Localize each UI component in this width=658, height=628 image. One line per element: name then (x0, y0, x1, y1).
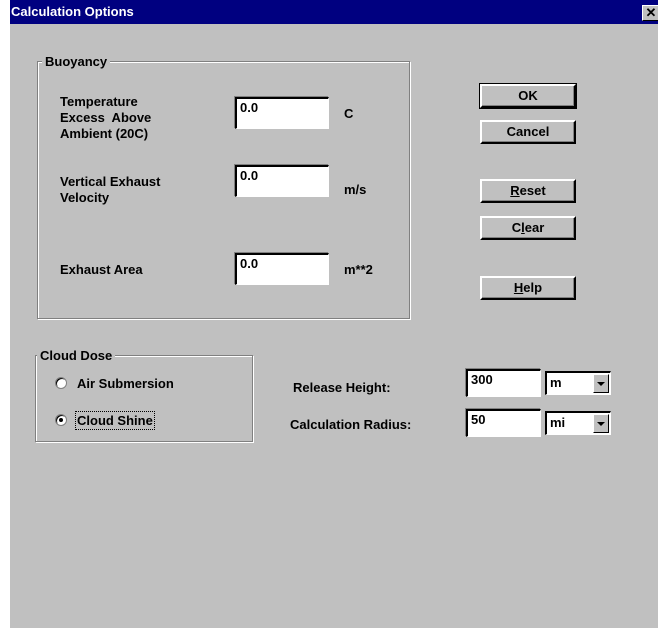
help-mnemonic: H (513, 280, 524, 295)
calculation-radius-unit-select[interactable]: mi (545, 411, 611, 435)
exhaust-area-unit: m**2 (344, 262, 373, 277)
buoyancy-legend: Buoyancy (42, 54, 111, 69)
calculation-radius-input[interactable]: 50 (466, 409, 541, 437)
temperature-label-line1: Temperature (60, 94, 138, 109)
cloud-shine-label[interactable]: Cloud Shine (75, 411, 155, 430)
temperature-excess-input[interactable]: 0.0 (235, 97, 329, 129)
air-submersion-radio[interactable] (55, 377, 67, 389)
help-button[interactable]: Help (480, 276, 576, 300)
clear-mnemonic: l (521, 220, 525, 235)
velocity-label-line1: Vertical Exhaust (60, 174, 161, 189)
release-height-label: Release Height: (293, 380, 391, 395)
release-height-unit-select[interactable]: m (545, 371, 611, 395)
exhaust-area-label: Exhaust Area (60, 262, 143, 277)
reset-mnemonic: R (510, 183, 520, 198)
temperature-unit: C (344, 106, 354, 121)
cloud-shine-radio[interactable] (55, 414, 67, 426)
window-title: Calculation Options (11, 4, 134, 19)
release-height-unit-value: m (550, 375, 562, 390)
ok-button[interactable]: OK (479, 83, 577, 109)
velocity-label-line2: Velocity (60, 190, 110, 205)
cloud-dose-legend: Cloud Dose (37, 348, 116, 363)
reset-button[interactable]: Reset (480, 179, 576, 203)
temperature-label-line2: Excess Above (60, 110, 152, 125)
vertical-exhaust-velocity-input[interactable]: 0.0 (235, 165, 329, 197)
radio-selected-dot (59, 418, 63, 422)
cloud-dose-group: Cloud Dose (35, 348, 253, 442)
chevron-down-icon[interactable] (593, 414, 609, 433)
close-icon[interactable]: ✕ (642, 5, 658, 21)
chevron-down-icon[interactable] (593, 374, 609, 393)
calculation-radius-unit-value: mi (550, 415, 566, 430)
velocity-unit: m/s (344, 182, 367, 197)
temperature-label-line3: Ambient (20C) (60, 126, 149, 141)
air-submersion-label[interactable]: Air Submersion (77, 376, 174, 391)
exhaust-area-input[interactable]: 0.0 (235, 253, 329, 285)
calculation-radius-label: Calculation Radius: (290, 417, 412, 432)
release-height-input[interactable]: 300 (466, 369, 541, 397)
calculation-options-dialog: Calculation Options ✕ Buoyancy Temperatu… (8, 0, 658, 628)
title-bar[interactable]: Calculation Options ✕ (10, 0, 658, 24)
clear-button[interactable]: Clear (480, 216, 576, 240)
cancel-button[interactable]: Cancel (480, 120, 576, 144)
